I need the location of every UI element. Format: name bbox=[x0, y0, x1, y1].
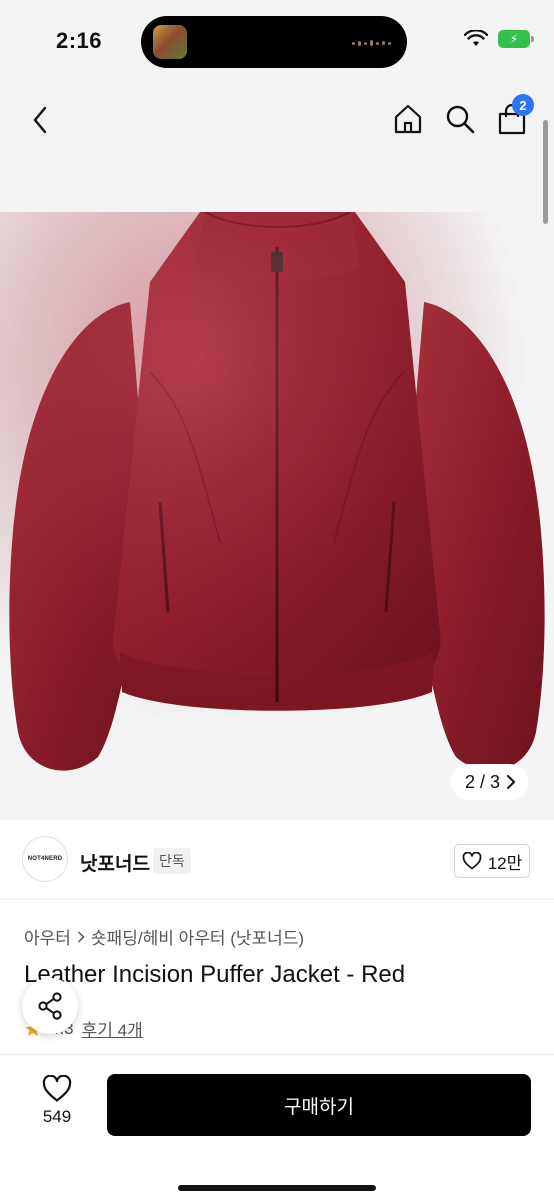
status-time: 2:16 bbox=[56, 28, 103, 53]
heart-icon bbox=[462, 852, 482, 870]
brand-like-count: 12만 bbox=[487, 853, 523, 873]
breadcrumb-item-short-padding[interactable]: 숏패딩/헤비 아우터 (낫포너드) bbox=[91, 924, 304, 949]
chevron-right-icon bbox=[77, 930, 85, 943]
top-nav-actions: 2 bbox=[390, 94, 534, 138]
wishlist-button[interactable]: 549 bbox=[30, 1075, 84, 1127]
product-title: Leather Incision Puffer Jacket - Red bbox=[24, 961, 406, 988]
home-icon bbox=[394, 104, 422, 134]
wishlist-count: 549 bbox=[42, 1107, 72, 1126]
home-indicator[interactable] bbox=[178, 1185, 376, 1191]
product-gallery[interactable]: 2 2 / 3 bbox=[0, 86, 554, 820]
home-button[interactable] bbox=[390, 100, 426, 138]
gallery-counter[interactable]: 2 / 3 bbox=[450, 764, 528, 800]
breadcrumb-item-outer[interactable]: 아우터 bbox=[24, 924, 71, 949]
review-count-link[interactable]: 후기 4개 bbox=[82, 1016, 143, 1041]
bottom-action-bar: 549 구매하기 bbox=[0, 1054, 554, 1200]
audio-wave-icon bbox=[352, 40, 391, 46]
brand-logo[interactable]: NOT4NERD bbox=[22, 836, 68, 882]
wifi-icon bbox=[464, 30, 488, 46]
search-button[interactable] bbox=[442, 100, 478, 138]
status-bar: 2:16 ⚡ bbox=[0, 0, 554, 86]
dynamic-island[interactable] bbox=[141, 16, 407, 68]
gallery-counter-text: 2 / 3 bbox=[464, 771, 500, 792]
breadcrumb: 아우터 숏패딩/헤비 아우터 (낫포너드) bbox=[24, 924, 304, 949]
back-button[interactable] bbox=[24, 102, 56, 138]
now-playing-thumbnail bbox=[153, 25, 187, 59]
share-icon bbox=[38, 992, 62, 1020]
brand-name[interactable]: 낫포너드 bbox=[80, 849, 150, 876]
product-image[interactable] bbox=[0, 212, 554, 812]
search-icon bbox=[446, 105, 475, 134]
brand-row: NOT4NERD 낫포너드 단독 12만 bbox=[0, 820, 554, 900]
cart-button[interactable]: 2 bbox=[494, 94, 534, 138]
system-icons: ⚡ bbox=[464, 30, 534, 48]
battery-charging-icon: ⚡ bbox=[498, 30, 534, 48]
chevron-right-icon bbox=[507, 775, 515, 789]
buy-button[interactable]: 구매하기 bbox=[107, 1074, 531, 1136]
brand-like-button[interactable]: 12만 bbox=[454, 844, 530, 878]
scroll-indicator bbox=[543, 120, 548, 224]
exclusive-badge: 단독 bbox=[153, 848, 191, 874]
heart-icon bbox=[42, 1075, 72, 1102]
back-icon bbox=[33, 106, 47, 134]
share-button[interactable] bbox=[22, 978, 78, 1034]
cart-count-badge: 2 bbox=[512, 94, 534, 116]
